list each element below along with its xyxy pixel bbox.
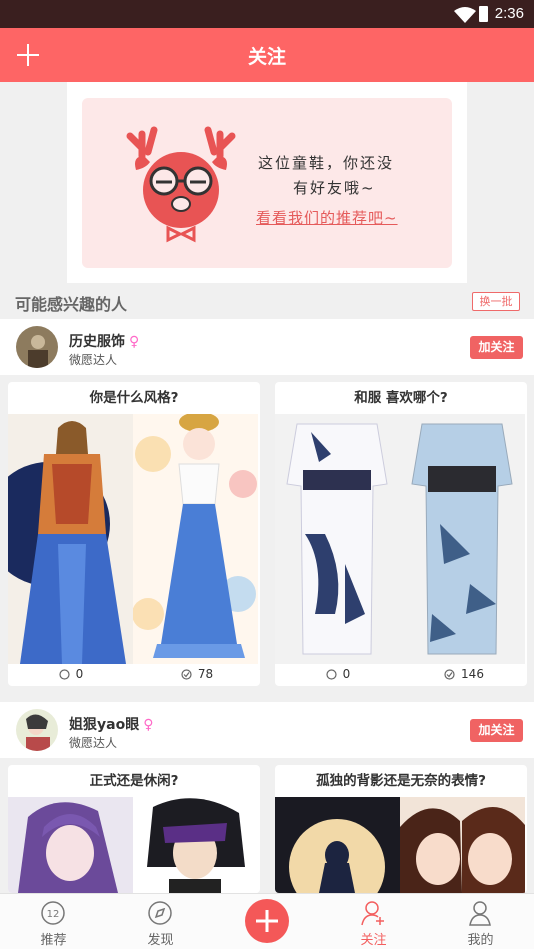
tab-label: 推荐 bbox=[40, 933, 67, 948]
wifi-icon bbox=[454, 7, 476, 23]
see-recommendations-link[interactable]: 看看我们的推荐吧~ bbox=[256, 207, 398, 228]
user-name[interactable]: 姐狠yao眼 ♀ bbox=[69, 714, 153, 734]
poll-card[interactable]: 正式还是休闲? bbox=[8, 765, 260, 893]
user-subtitle: 微愿达人 bbox=[69, 736, 118, 750]
poll-title: 你是什么风格? bbox=[89, 390, 179, 406]
poll-option-image[interactable] bbox=[8, 414, 133, 664]
vote-count[interactable]: 146 bbox=[401, 667, 527, 681]
avatar[interactable] bbox=[16, 326, 58, 368]
female-icon: ♀ bbox=[129, 334, 140, 350]
user-row[interactable]: 姐狠yao眼 ♀ 微愿达人 加关注 bbox=[0, 702, 534, 758]
user-subtitle: 微愿达人 bbox=[69, 353, 118, 367]
comment-count[interactable]: 0 bbox=[8, 667, 134, 681]
tab-discover[interactable]: 发现 bbox=[107, 894, 214, 949]
check-icon bbox=[444, 669, 455, 680]
female-icon: ♀ bbox=[143, 717, 154, 733]
svg-text:12: 12 bbox=[47, 909, 60, 920]
tab-label: 我的 bbox=[467, 933, 494, 948]
poll-option-image[interactable] bbox=[400, 414, 525, 664]
poll-title: 和服 喜欢哪个? bbox=[354, 390, 448, 406]
empty-state-text-2: 有好友哦~ bbox=[293, 179, 376, 197]
poll-option-image[interactable] bbox=[400, 797, 525, 893]
poll-option-image[interactable] bbox=[275, 414, 400, 664]
user-name[interactable]: 历史服饰 ♀ bbox=[69, 331, 139, 351]
poll-card[interactable]: 孤独的背影还是无奈的表情? bbox=[275, 765, 527, 893]
poll-option-image[interactable] bbox=[133, 414, 258, 664]
tab-profile[interactable]: 我的 bbox=[427, 894, 534, 949]
tab-follow[interactable]: 关注 bbox=[320, 894, 427, 949]
poll-option-image[interactable] bbox=[133, 797, 258, 893]
follow-button[interactable]: 加关注 bbox=[470, 719, 523, 742]
plus-icon bbox=[256, 910, 278, 932]
poll-card[interactable]: 和服 喜欢哪个? 0 146 bbox=[275, 382, 527, 686]
comment-icon bbox=[59, 669, 70, 680]
tab-label: 发现 bbox=[147, 933, 174, 948]
vote-count[interactable]: 78 bbox=[134, 667, 260, 681]
create-button[interactable] bbox=[245, 899, 289, 943]
comment-count[interactable]: 0 bbox=[275, 667, 401, 681]
status-time: 2:36 bbox=[494, 5, 524, 22]
poll-card[interactable]: 你是什么风格? 0 78 bbox=[8, 382, 260, 686]
check-icon bbox=[181, 669, 192, 680]
recommend-icon: 12 bbox=[41, 901, 65, 925]
refresh-button[interactable]: 换一批 bbox=[472, 292, 520, 311]
compass-icon bbox=[148, 901, 172, 925]
poll-title: 孤独的背影还是无奈的表情? bbox=[316, 773, 486, 789]
app-header: 关注 bbox=[0, 28, 534, 82]
follow-button[interactable]: 加关注 bbox=[470, 336, 523, 359]
user-row[interactable]: 历史服饰 ♀ 微愿达人 加关注 bbox=[0, 319, 534, 375]
follow-user-icon bbox=[361, 901, 384, 926]
poll-title: 正式还是休闲? bbox=[89, 773, 179, 789]
poll-option-image[interactable] bbox=[8, 797, 133, 893]
poll-option-image[interactable] bbox=[275, 797, 400, 893]
empty-state-text-1: 这位童鞋，你还没 bbox=[258, 154, 395, 172]
comment-icon bbox=[326, 669, 337, 680]
tab-label: 关注 bbox=[360, 933, 387, 948]
section-title: 可能感兴趣的人 bbox=[15, 295, 128, 314]
profile-icon bbox=[469, 901, 491, 926]
battery-icon bbox=[479, 6, 488, 22]
avatar[interactable] bbox=[16, 709, 58, 751]
status-bar: 2:36 bbox=[0, 0, 534, 28]
page-title: 关注 bbox=[247, 46, 286, 68]
deer-mascot-icon bbox=[126, 126, 236, 243]
tab-recommend[interactable]: 12 推荐 bbox=[0, 894, 107, 949]
